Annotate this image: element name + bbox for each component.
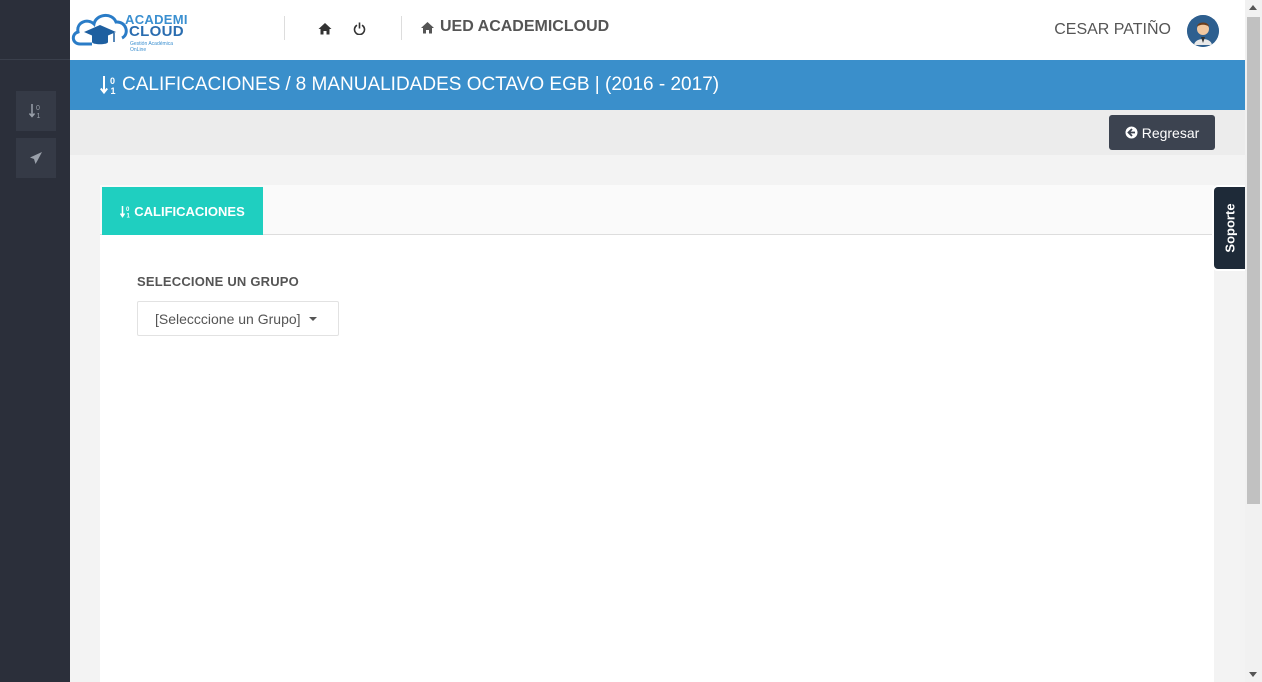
user-name[interactable]: CESAR PATIÑO: [1054, 21, 1171, 39]
tab-bar: 0 1 CALIFICACIONES: [100, 185, 1214, 235]
logo-text-cloud: CLOUD: [129, 23, 184, 40]
svg-text:0: 0: [36, 105, 40, 112]
home-icon: [421, 21, 434, 33]
scrollbar-thumb[interactable]: [1247, 17, 1260, 504]
vertical-scrollbar[interactable]: [1245, 0, 1262, 682]
user-avatar-icon: [1187, 15, 1219, 47]
left-sidebar: 0 1: [0, 0, 70, 682]
group-select-value: [Selecccione un Grupo]: [155, 310, 301, 327]
tab-calificaciones-label: CALIFICACIONES: [134, 203, 245, 219]
top-header: ACADEMI CLOUD Gestión Académica OnLine U…: [70, 0, 1245, 60]
home-icon[interactable]: [316, 19, 334, 37]
support-tab-label: Soporte: [1222, 203, 1237, 253]
back-button-label: Regresar: [1141, 124, 1200, 141]
svg-text:1: 1: [111, 86, 116, 95]
svg-text:0: 0: [110, 76, 115, 86]
avatar[interactable]: [1187, 15, 1219, 47]
arrow-circle-left-icon: [1125, 126, 1138, 139]
scroll-up-icon[interactable]: [1249, 5, 1257, 10]
school-name: UED ACADEMICLOUD: [440, 18, 610, 35]
group-select-dropdown[interactable]: [Selecccione un Grupo]: [137, 301, 339, 336]
svg-text:1: 1: [37, 113, 41, 119]
sort-numeric-icon: 0 1: [29, 103, 43, 119]
cloud-graduation-icon: [71, 14, 128, 46]
logo-subtitle: Gestión Académica OnLine: [130, 41, 174, 53]
support-tab[interactable]: Soporte: [1212, 185, 1245, 271]
back-button[interactable]: Regresar: [1109, 115, 1215, 150]
sort-numeric-icon: 0 1: [120, 205, 131, 218]
group-select-label: SELECCIONE UN GRUPO: [137, 274, 299, 289]
page-title-section: CALIFICACIONES: [122, 74, 281, 95]
header-divider: [284, 16, 285, 40]
caret-down-icon: [308, 316, 317, 321]
sort-numeric-icon: 0 1: [100, 76, 116, 95]
main-panel: [100, 185, 1214, 682]
action-toolbar: Regresar: [70, 110, 1245, 155]
sidebar-item-calificaciones[interactable]: 0 1: [16, 91, 56, 131]
svg-text:1: 1: [127, 213, 131, 218]
power-icon[interactable]: [350, 19, 368, 37]
paper-plane-icon: [29, 151, 43, 165]
header-divider-2: [401, 16, 402, 40]
page-title-course: 8 MANUALIDADES OCTAVO EGB | (2016 - 2017…: [295, 74, 720, 95]
scroll-down-icon[interactable]: [1249, 672, 1257, 677]
tab-calificaciones[interactable]: 0 1 CALIFICACIONES: [102, 187, 263, 235]
page-title-bar: 0 1 CALIFICACIONES / 8 MANUALIDADES OCTA…: [70, 60, 1245, 110]
academicloud-logo[interactable]: ACADEMI CLOUD Gestión Académica OnLine: [70, 6, 190, 54]
school-title[interactable]: UED ACADEMICLOUD: [420, 18, 609, 36]
svg-text:0: 0: [126, 207, 130, 213]
sidebar-item-send[interactable]: [16, 138, 56, 178]
title-separator: /: [285, 74, 291, 95]
sidebar-top-strip: [0, 0, 70, 60]
